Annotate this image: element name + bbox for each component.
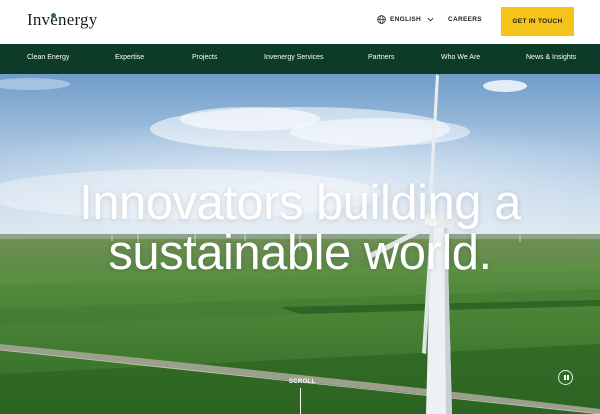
- main-nav: Clean Energy Expertise Projects Invenerg…: [0, 44, 600, 74]
- nav-item-news-insights[interactable]: News & Insights: [526, 54, 576, 61]
- nav-item-partners[interactable]: Partners: [368, 54, 394, 61]
- hero-headline: Innovators building a sustainable world.: [0, 178, 600, 278]
- hero-section: Innovators building a sustainable world.…: [0, 74, 600, 414]
- get-in-touch-button[interactable]: GET IN TOUCH: [501, 7, 574, 36]
- language-selector[interactable]: ENGLISH: [377, 15, 434, 24]
- nav-item-who-we-are[interactable]: Who We Are: [441, 54, 480, 61]
- scroll-line: [300, 388, 301, 414]
- nav-item-projects[interactable]: Projects: [192, 54, 217, 61]
- pause-icon[interactable]: [558, 370, 573, 385]
- top-header: Invenergy ENGLISH CAREERS GET IN TOUCH: [0, 0, 600, 44]
- invenergy-logo[interactable]: Invenergy: [27, 9, 97, 31]
- nav-item-clean-energy[interactable]: Clean Energy: [27, 54, 69, 61]
- hero-headline-line-2: sustainable world.: [108, 226, 492, 280]
- scroll-indicator[interactable]: SCROLL: [289, 379, 315, 385]
- nav-item-invenergy-services[interactable]: Invenergy Services: [264, 54, 324, 61]
- globe-icon: [377, 15, 386, 24]
- careers-link[interactable]: CAREERS: [448, 16, 482, 23]
- chevron-down-icon: [427, 17, 434, 22]
- nav-item-expertise[interactable]: Expertise: [115, 54, 144, 61]
- language-label: ENGLISH: [390, 16, 421, 23]
- hero-headline-line-1: Innovators building a: [79, 176, 521, 230]
